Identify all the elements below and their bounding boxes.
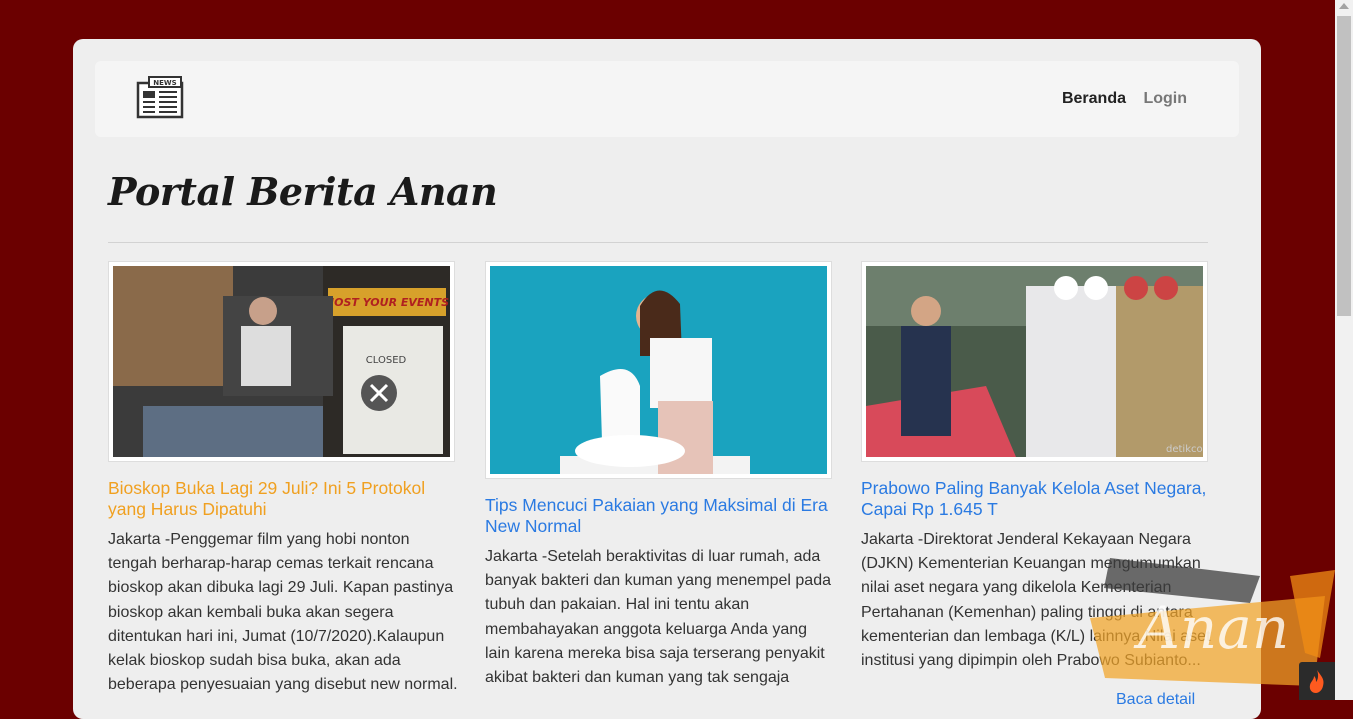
nav-login-link[interactable]: Login [1143, 90, 1187, 107]
article-title-link[interactable]: Tips Mencuci Pakaian yang Maksimal di Er… [485, 495, 835, 537]
image-banner-text: HOST YOUR EVENTS [325, 296, 449, 309]
scroll-up-arrow-icon[interactable] [1339, 3, 1349, 9]
fire-icon[interactable] [1299, 662, 1335, 700]
article-title-link[interactable]: Bioskop Buka Lagi 29 Juli? Ini 5 Protoko… [108, 478, 458, 520]
article-card: HOST YOUR EVENTS CLOSED Bioskop Buka Lag… [108, 261, 458, 697]
article-thumbnail[interactable]: HOST YOUR EVENTS CLOSED [108, 261, 455, 462]
article-title-link[interactable]: Prabowo Paling Banyak Kelola Aset Negara… [861, 478, 1211, 520]
read-more-link[interactable]: Baca detail [1116, 691, 1195, 709]
divider [108, 242, 1208, 243]
image-credit: detikcom [1166, 444, 1203, 455]
watermark-text: Anan [1138, 594, 1290, 662]
logo-text: NEWS [153, 79, 176, 87]
scrollbar-thumb[interactable] [1337, 16, 1351, 316]
article-summary: Jakarta -Penggemar film yang hobi nonton… [108, 531, 458, 694]
vertical-scrollbar[interactable] [1335, 0, 1353, 700]
navbar: NEWS Beranda Login [95, 61, 1239, 137]
page-title: Portal Berita Anan [108, 169, 498, 214]
article-card: Tips Mencuci Pakaian yang Maksimal di Er… [485, 261, 835, 690]
article-thumbnail[interactable]: detikcom [861, 261, 1208, 462]
image-closed-sign: CLOSED [366, 355, 407, 366]
article-thumbnail[interactable] [485, 261, 832, 479]
news-logo[interactable]: NEWS [109, 71, 211, 127]
article-summary: Jakarta -Setelah beraktivitas di luar ru… [485, 548, 831, 687]
nav-home-link[interactable]: Beranda [1062, 90, 1126, 107]
nav-links: Beranda Login [1049, 90, 1187, 108]
main-card: NEWS Beranda Login Portal Berita Anan HO… [73, 39, 1261, 719]
